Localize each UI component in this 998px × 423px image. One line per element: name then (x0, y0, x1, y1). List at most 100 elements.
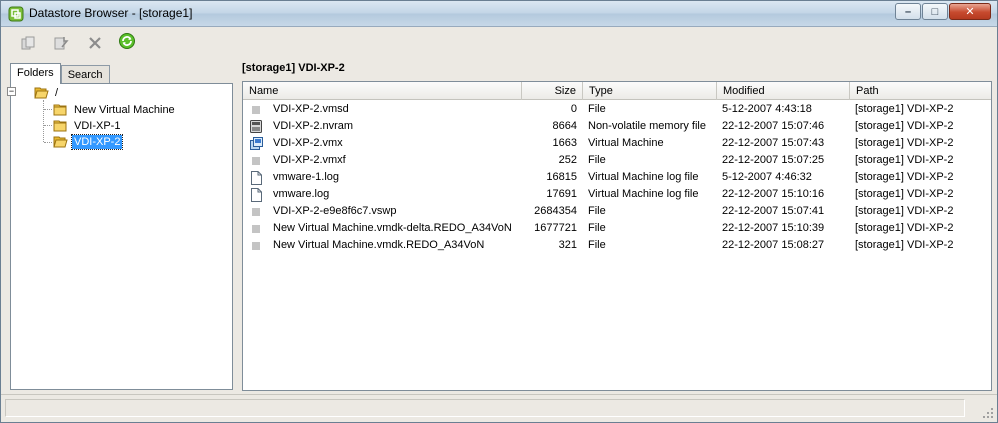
table-row[interactable]: VDI-XP-2.vmsd 0 File 5-12-2007 4:43:18 [stor… (243, 101, 991, 118)
cell-size: 2684354 (534, 205, 577, 217)
copy-icon (21, 36, 35, 50)
cell-path: [storage1] VDI-XP-2 (855, 171, 954, 183)
cell-size: 17691 (546, 188, 577, 200)
column-header-modified[interactable]: Modified (717, 82, 850, 100)
copy-button[interactable] (17, 33, 39, 53)
folder-open-icon (34, 87, 49, 99)
file-list: Name Size Type Modified Path VDI-XP-2.vm… (242, 81, 992, 391)
cell-size: 0 (570, 103, 577, 115)
virtual-machine-icon (250, 137, 263, 150)
cell-size: 1663 (552, 137, 577, 149)
left-pane-tabs: Folders Search (10, 63, 110, 84)
tree-label: VDI-XP-1 (74, 119, 121, 132)
tree-connector (44, 142, 52, 143)
tree-item-vdi-xp-2[interactable]: VDI-XP-2 (53, 133, 124, 150)
generic-file-icon (252, 106, 260, 114)
window-title: Datastore Browser - [storage1] (29, 6, 193, 20)
table-row[interactable]: VDI-XP-2.vmxf 252 File 22-12-2007 15:07:25 [… (243, 152, 991, 169)
tree-connector (43, 100, 44, 142)
cell-name: New Virtual Machine.vmdk.REDO_A34VoN (273, 239, 485, 251)
datastore-browser-window: Datastore Browser - [storage1] – □ ✕ Fol… (0, 0, 998, 423)
cell-size: 252 (558, 154, 577, 166)
cell-type: File (588, 205, 606, 217)
cell-path: [storage1] VDI-XP-2 (855, 239, 954, 251)
upload-button[interactable] (50, 33, 72, 53)
tree-item-new-virtual-machine[interactable]: New Virtual Machine (53, 101, 177, 118)
window-controls: – □ ✕ (895, 3, 991, 20)
folder-open-icon (53, 136, 68, 148)
cell-path: [storage1] VDI-XP-2 (855, 154, 954, 166)
cell-name: vmware.log (273, 188, 330, 200)
column-header-size[interactable]: Size (522, 82, 583, 100)
cell-modified: 5-12-2007 4:46:32 (722, 171, 812, 183)
folder-icon (53, 120, 67, 132)
minimize-button[interactable]: – (895, 3, 921, 20)
cell-modified: 22-12-2007 15:07:43 (722, 137, 825, 149)
status-text (5, 399, 965, 417)
tree-connector (44, 109, 52, 110)
cell-path: [storage1] VDI-XP-2 (855, 222, 954, 234)
cell-type: Virtual Machine log file (588, 171, 699, 183)
cell-type: Non-volatile memory file (588, 120, 706, 132)
table-row[interactable]: vmware-1.log 16815 Virtual Machine log fil… (243, 169, 991, 186)
cell-type: File (588, 103, 606, 115)
tree-connector (44, 125, 52, 126)
toolbar (1, 28, 997, 58)
refresh-button[interactable] (116, 31, 138, 51)
collapse-toggle[interactable]: − (7, 87, 16, 96)
cell-path: [storage1] VDI-XP-2 (855, 188, 954, 200)
cell-modified: 5-12-2007 4:43:18 (722, 103, 812, 115)
cell-name: VDI-XP-2.vmsd (273, 103, 349, 115)
tree-item-vdi-xp-1[interactable]: VDI-XP-1 (53, 117, 122, 134)
column-header-path[interactable]: Path (850, 82, 991, 100)
table-row[interactable]: VDI-XP-2.vmx 1663 Virtual Machine 22-12-200… (243, 135, 991, 152)
generic-file-icon (252, 242, 260, 250)
generic-file-icon (252, 208, 260, 216)
table-row[interactable]: New Virtual Machine.vmdk.REDO_A34VoN 321 F… (243, 237, 991, 254)
close-button[interactable]: ✕ (949, 3, 991, 20)
tree-label: / (55, 86, 59, 99)
cell-path: [storage1] VDI-XP-2 (855, 205, 954, 217)
table-row[interactable]: VDI-XP-2.nvram 8664 Non-volatile memory fi… (243, 118, 991, 135)
close-icon: ✕ (965, 6, 975, 18)
upload-icon (54, 37, 69, 50)
tab-search[interactable]: Search (60, 65, 110, 83)
tree-label-selected: VDI-XP-2 (70, 133, 124, 150)
cell-size: 321 (558, 239, 577, 251)
tree-item-root[interactable]: / (34, 84, 60, 101)
cell-name: VDI-XP-2.nvram (273, 120, 354, 132)
folder-icon (53, 104, 67, 116)
tab-folders[interactable]: Folders (10, 63, 61, 84)
refresh-icon (119, 33, 135, 49)
column-header-type[interactable]: Type (583, 82, 717, 100)
cell-modified: 22-12-2007 15:10:39 (722, 222, 825, 234)
column-header-name[interactable]: Name (243, 82, 522, 100)
current-folder-title: [storage1] VDI-XP-2 (242, 62, 345, 74)
status-bar (1, 394, 997, 422)
table-row[interactable]: New Virtual Machine.vmdk-delta.REDO_A34V… (243, 220, 991, 237)
cell-name: vmware-1.log (273, 171, 340, 183)
cell-size: 8664 (552, 120, 577, 132)
cell-size: 1677721 (534, 222, 577, 234)
cell-path: [storage1] VDI-XP-2 (855, 120, 954, 132)
cell-path: [storage1] VDI-XP-2 (855, 137, 954, 149)
cell-type: Virtual Machine (588, 137, 664, 149)
table-row[interactable]: vmware.log 17691 Virtual Machine log file 2… (243, 186, 991, 203)
pane-splitter[interactable] (234, 61, 240, 391)
delete-button[interactable] (84, 33, 106, 53)
cell-modified: 22-12-2007 15:07:46 (722, 120, 825, 132)
cell-size: 16815 (546, 171, 577, 183)
cell-name: New Virtual Machine.vmdk-delta.REDO_A34V… (273, 222, 512, 234)
delete-icon (89, 37, 101, 49)
title-bar[interactable]: Datastore Browser - [storage1] – □ ✕ (1, 1, 997, 27)
log-file-icon (251, 188, 262, 202)
maximize-button[interactable]: □ (922, 3, 948, 20)
cell-type: File (588, 222, 606, 234)
maximize-icon: □ (931, 5, 939, 18)
cell-type: Virtual Machine log file (588, 188, 699, 200)
cell-modified: 22-12-2007 15:07:25 (722, 154, 825, 166)
generic-file-icon (252, 225, 260, 233)
table-row[interactable]: VDI-XP-2-e9e8f6c7.vswp 2684354 File 22-12-2… (243, 203, 991, 220)
resize-grip-icon[interactable] (982, 407, 994, 419)
cell-type: File (588, 154, 606, 166)
